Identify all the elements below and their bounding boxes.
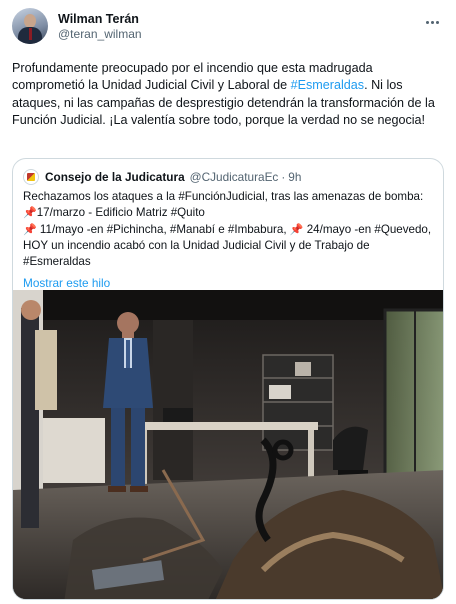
quoted-author-avatar xyxy=(23,169,39,185)
quoted-tweet-header: Consejo de la Judicatura @CJudicaturaEc … xyxy=(13,159,443,185)
quoted-tweet-text: Rechazamos los ataques a la #FunciónJudi… xyxy=(13,185,443,270)
fire-damage-photo[interactable] xyxy=(13,290,443,599)
quoted-line-1: Rechazamos los ataques a la #FunciónJudi… xyxy=(23,190,424,203)
photo-illustration xyxy=(13,290,443,599)
quoted-tweet[interactable]: Consejo de la Judicatura @CJudicaturaEc … xyxy=(12,158,444,600)
quoted-line-2: 17/marzo - Edificio Matriz #Quito xyxy=(36,205,205,219)
author-names: Wilman Terán @teran_wilman xyxy=(58,8,142,42)
quoted-author-handle: @CJudicaturaEc xyxy=(189,170,279,184)
tweet-text: Profundamente preocupado por el incendio… xyxy=(12,60,442,130)
pushpin-icon: 📌 xyxy=(23,206,37,219)
pushpin-icon: 📌 xyxy=(289,223,304,236)
quoted-line-3a: 11/mayo -en #Pichincha, #Manabí e #Imbab… xyxy=(36,222,290,236)
show-thread-link[interactable]: Mostrar este hilo xyxy=(13,270,443,292)
tweet-header: Wilman Terán @teran_wilman xyxy=(12,8,444,48)
quoted-author-name: Consejo de la Judicatura xyxy=(45,170,185,184)
author-handle[interactable]: @teran_wilman xyxy=(58,27,142,42)
pushpin-icon: 📌 xyxy=(23,223,37,236)
more-options-icon[interactable] xyxy=(420,12,444,32)
quoted-timestamp: 9h xyxy=(288,170,302,184)
quoted-separator: · xyxy=(281,170,286,184)
hashtag-link[interactable]: #Esmeraldas xyxy=(291,78,365,92)
author-avatar[interactable] xyxy=(12,8,48,44)
author-display-name[interactable]: Wilman Terán xyxy=(58,12,142,27)
